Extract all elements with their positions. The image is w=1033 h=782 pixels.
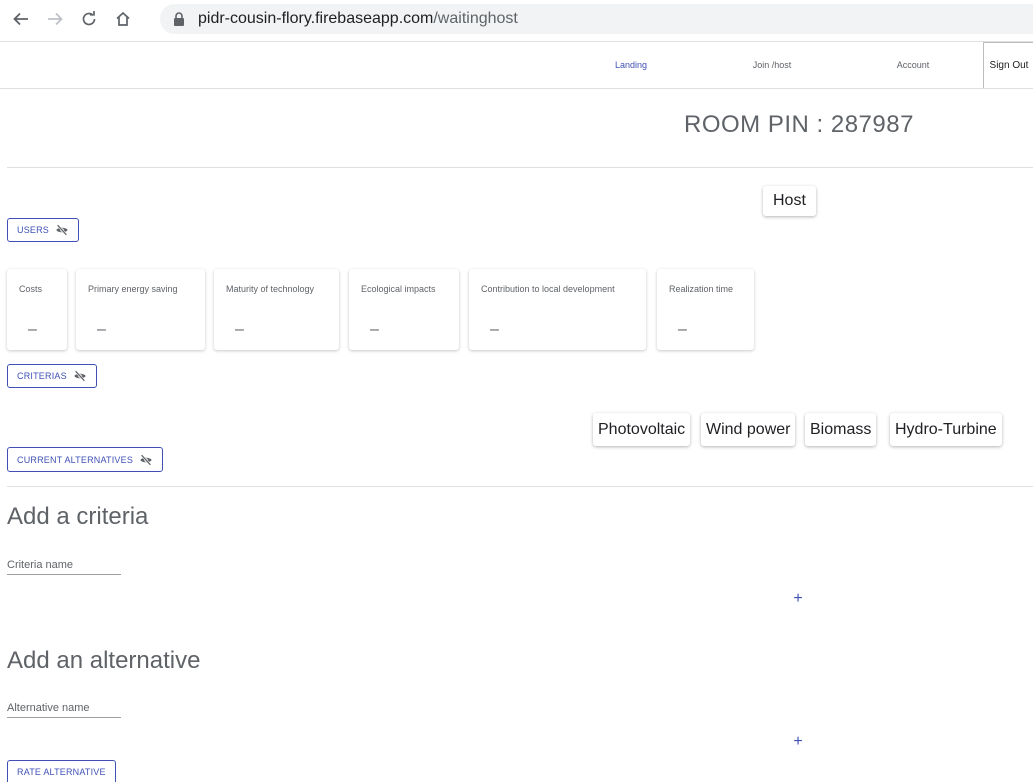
criteria-card-ecological-impacts: Ecological impacts – (349, 269, 459, 350)
add-criteria-title: Add a criteria (7, 503, 149, 530)
address-bar[interactable]: pidr-cousin-flory.firebaseapp.com/waitin… (160, 4, 1033, 34)
divider (7, 486, 1033, 487)
criteria-card-value: – (97, 321, 106, 338)
criteria-card-title: Ecological impacts (361, 284, 436, 294)
alternative-chip[interactable]: Hydro-Turbine (890, 413, 1002, 446)
host-chip[interactable]: Host (763, 186, 816, 216)
url-text: pidr-cousin-flory.firebaseapp.com/waitin… (198, 10, 518, 28)
criteria-card-contribution-to-local-development: Contribution to local development – (469, 269, 646, 350)
visibility-off-icon (74, 370, 86, 382)
lock-icon (174, 12, 184, 26)
add-criteria-button[interactable]: + (788, 589, 808, 609)
alternative-name-input[interactable] (7, 698, 121, 718)
criteria-card-costs: Costs – (7, 269, 67, 350)
divider (7, 167, 1033, 168)
criterias-toggle-button[interactable]: CRITERIAS (7, 364, 97, 388)
visibility-off-icon (140, 453, 152, 466)
home-icon[interactable] (110, 6, 136, 32)
url-path: /waitinghost (433, 10, 518, 27)
visibility-off-icon (56, 224, 68, 236)
nav-landing[interactable]: Landing (586, 42, 676, 88)
rate-alternative-button[interactable]: RATE ALTERNATIVE (7, 760, 116, 782)
browser-toolbar: pidr-cousin-flory.firebaseapp.com/waitin… (0, 0, 1033, 40)
criteria-card-title: Realization time (669, 284, 734, 294)
criteria-card-value: – (370, 321, 379, 338)
alternative-chip[interactable]: Wind power (701, 413, 796, 446)
users-toggle-button[interactable]: USERS (7, 218, 80, 242)
users-button-label: USERS (17, 225, 50, 235)
sign-out-button[interactable]: Sign Out (983, 42, 1033, 88)
criteria-card-value: – (490, 321, 499, 338)
criteria-name-field[interactable] (7, 555, 121, 575)
alternative-name-field[interactable] (7, 698, 121, 718)
criteria-card-title: Primary energy saving (88, 284, 178, 294)
criteria-card-realization-time: Realization time – (657, 269, 754, 350)
reload-icon[interactable] (76, 6, 102, 32)
nav-join-host[interactable]: Join /host (727, 42, 817, 88)
criteria-card-title: Contribution to local development (481, 284, 615, 294)
current-alternatives-toggle-button[interactable]: CURRENT ALTERNATIVES (7, 447, 164, 472)
room-pin: ROOM PIN : 287987 (684, 111, 914, 138)
app-header: Landing Join /host Account Sign Out (0, 41, 1033, 89)
nav-account[interactable]: Account (868, 42, 958, 88)
add-alternative-title: Add an alternative (7, 647, 201, 674)
criteria-card-title: Costs (19, 284, 43, 294)
criteria-card-primary-energy-saving: Primary energy saving – (76, 269, 205, 350)
alternative-chip[interactable]: Biomass (805, 413, 877, 446)
back-arrow-icon[interactable] (8, 6, 34, 32)
current-alternatives-button-label: CURRENT ALTERNATIVES (17, 454, 134, 465)
criterias-button-label: CRITERIAS (17, 371, 67, 381)
forward-arrow-icon[interactable] (42, 6, 68, 32)
criteria-name-input[interactable] (7, 555, 121, 575)
criteria-card-title: Maturity of technology (226, 284, 315, 294)
criteria-card-maturity-of-technology: Maturity of technology – (214, 269, 339, 350)
add-alternative-button[interactable]: + (788, 732, 808, 752)
criteria-card-value: – (235, 321, 244, 338)
alternative-chip[interactable]: Photovoltaic (593, 413, 691, 446)
criteria-card-value: – (28, 321, 37, 338)
url-host: pidr-cousin-flory.firebaseapp.com (198, 10, 434, 27)
criteria-card-value: – (678, 321, 687, 338)
